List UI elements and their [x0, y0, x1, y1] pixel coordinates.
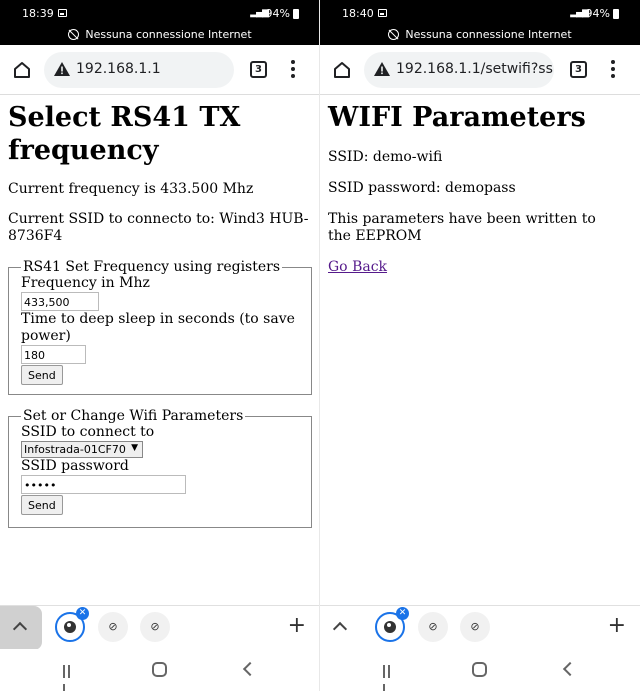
url-text: 192.168.1.1: [76, 61, 161, 77]
password-text: SSID password: demopass: [328, 180, 516, 196]
status-time: 18:39: [22, 7, 54, 20]
home-icon[interactable]: [13, 61, 31, 79]
current-ssid-text: Current SSID to connecto to: Wind3 HUB-8…: [8, 211, 309, 244]
close-tab-icon[interactable]: ✕: [76, 607, 89, 620]
browser-toolbar: 192.168.1.1/setwifi?ss 3: [320, 45, 640, 95]
expand-tabs-button[interactable]: [0, 606, 42, 650]
password-input[interactable]: •••••: [21, 475, 186, 494]
overflow-menu-icon[interactable]: [288, 60, 298, 80]
address-bar[interactable]: 192.168.1.1/setwifi?ss: [364, 52, 554, 88]
ssid-select[interactable]: Infostrada-01CF70 ▼: [21, 441, 143, 458]
battery-percent: 94%: [265, 7, 290, 20]
no-connection-icon: [388, 29, 400, 40]
network-banner-text: Nessuna connessione Internet: [85, 28, 252, 41]
wifi-send-button[interactable]: Send: [21, 495, 63, 515]
frequency-label: Frequency in Mhz: [21, 275, 150, 291]
page-title: WIFI Parameters: [328, 102, 586, 133]
status-bar: 18:40 ▂▄▆ 94%: [320, 0, 640, 27]
eeprom-note: This parameters have been written to the…: [328, 211, 596, 244]
no-connection-icon: [68, 29, 80, 40]
frequency-form: RS41 Set Frequency using registers Frequ…: [8, 259, 312, 395]
tab-offline-2[interactable]: ⊘: [140, 612, 170, 642]
globe-icon: [384, 621, 396, 633]
status-bar: 18:39 ▂▄▆ 94%: [0, 0, 320, 27]
battery-icon: [293, 9, 299, 19]
offline-icon: ⊘: [108, 620, 118, 633]
go-back-link[interactable]: Go Back: [328, 259, 387, 275]
dropdown-arrow-icon: ▼: [131, 443, 138, 453]
tab-offline-2[interactable]: ⊘: [460, 612, 490, 642]
tab-offline-1[interactable]: ⊘: [418, 612, 448, 642]
expand-tabs-button[interactable]: [320, 606, 362, 650]
frequency-input[interactable]: 433,500: [21, 292, 99, 311]
chevron-up-icon: [332, 621, 348, 637]
chevron-up-icon: [12, 621, 28, 637]
tab-active[interactable]: ✕: [375, 607, 409, 642]
battery-percent: 94%: [585, 7, 610, 20]
offline-icon: ⊘: [428, 620, 438, 633]
network-banner-text: Nessuna connessione Internet: [405, 28, 572, 41]
home-button-icon[interactable]: [472, 662, 487, 677]
image-notification-icon: [378, 9, 387, 17]
frequency-form-legend: RS41 Set Frequency using registers: [23, 259, 281, 275]
tab-strip: ✕ ⊘ ⊘ +: [320, 605, 640, 649]
tab-switcher-button[interactable]: 3: [250, 61, 267, 78]
tab-offline-1[interactable]: ⊘: [98, 612, 128, 642]
overflow-menu-icon[interactable]: [608, 60, 618, 80]
ssid-select-value: Infostrada-01CF70: [24, 443, 126, 456]
close-tab-icon[interactable]: ✕: [396, 607, 409, 620]
offline-icon: ⊘: [150, 620, 160, 633]
tab-strip: ✕ ⊘ ⊘ +: [0, 605, 320, 650]
globe-icon: [64, 621, 76, 633]
offline-icon: ⊘: [470, 620, 480, 633]
browser-toolbar: 192.168.1.1 3: [0, 45, 320, 95]
ssid-text: SSID: demo-wifi: [328, 149, 443, 165]
page-content: WIFI Parameters SSID: demo-wifi SSID pas…: [328, 96, 632, 276]
new-tab-icon[interactable]: +: [288, 615, 306, 637]
ssid-label: SSID to connect to: [21, 424, 155, 440]
system-nav-bar: [320, 649, 640, 691]
system-nav-bar: [0, 649, 320, 691]
sleep-time-input[interactable]: 180: [21, 345, 86, 364]
sleep-time-label: Time to deep sleep in seconds (to save p…: [21, 311, 295, 344]
image-notification-icon: [58, 9, 67, 17]
recents-icon[interactable]: [63, 663, 77, 691]
address-bar[interactable]: 192.168.1.1: [44, 52, 234, 88]
frequency-send-button[interactable]: Send: [21, 365, 63, 385]
new-tab-icon[interactable]: +: [608, 615, 626, 637]
url-text: 192.168.1.1/setwifi?ss: [396, 61, 553, 77]
right-screen: 18:40 ▂▄▆ 94% Nessuna connessione Intern…: [320, 0, 640, 691]
page-title: Select RS41 TX frequency: [8, 102, 241, 166]
battery-icon: [613, 9, 619, 19]
back-icon[interactable]: [562, 661, 578, 677]
password-label: SSID password: [21, 458, 129, 474]
recents-icon[interactable]: [383, 663, 397, 691]
wifi-form: Set or Change Wifi Parameters SSID to co…: [8, 408, 312, 528]
page-content: Select RS41 TX frequency Current frequen…: [8, 96, 312, 528]
current-frequency-text: Current frequency is 433.500 Mhz: [8, 181, 254, 197]
wifi-form-legend: Set or Change Wifi Parameters: [23, 408, 244, 424]
network-banner: Nessuna connessione Internet: [320, 27, 640, 45]
tab-active[interactable]: ✕: [55, 607, 89, 642]
home-button-icon[interactable]: [152, 662, 167, 677]
home-icon[interactable]: [333, 61, 351, 79]
status-time: 18:40: [342, 7, 374, 20]
not-secure-warning-icon[interactable]: [54, 62, 70, 76]
network-banner: Nessuna connessione Internet: [0, 27, 320, 45]
left-screen: 18:39 ▂▄▆ 94% Nessuna connessione Intern…: [0, 0, 320, 691]
tab-switcher-button[interactable]: 3: [570, 61, 587, 78]
not-secure-warning-icon[interactable]: [374, 62, 390, 76]
back-icon[interactable]: [242, 661, 258, 677]
